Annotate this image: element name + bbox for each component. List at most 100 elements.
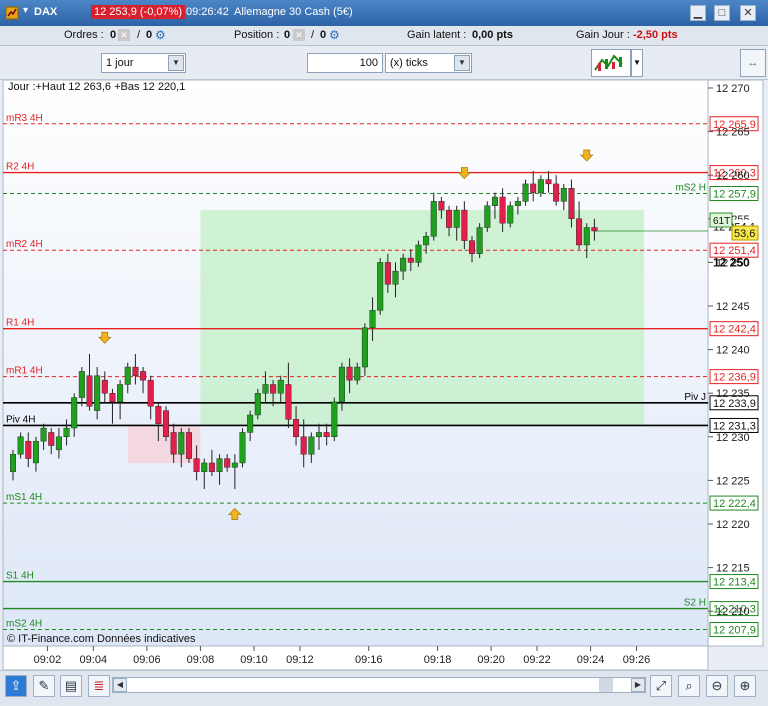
candle-down[interactable] <box>568 188 575 219</box>
candle-up[interactable] <box>369 310 376 329</box>
candle-up[interactable] <box>308 436 315 455</box>
candle-down[interactable] <box>109 393 116 403</box>
candle-down[interactable] <box>101 379 108 394</box>
candle-up[interactable] <box>361 327 368 368</box>
candle-up[interactable] <box>316 432 323 438</box>
chart-canvas[interactable]: mR3 4H12 265,9R2 4H12 260,3mS2 H12 257,9… <box>0 79 768 671</box>
candle-down[interactable] <box>461 209 468 241</box>
candle-down[interactable] <box>270 384 277 394</box>
candle-down[interactable] <box>591 227 598 232</box>
gear-icon[interactable]: ⚙ <box>329 28 340 42</box>
drawing-tools-button[interactable]: ✎ <box>33 675 55 697</box>
candle-up[interactable] <box>537 179 544 193</box>
candle-down[interactable] <box>300 436 307 455</box>
candle-up[interactable] <box>17 436 24 455</box>
candle-down[interactable] <box>530 183 537 193</box>
candle-down[interactable] <box>25 440 32 459</box>
horizontal-scrollbar[interactable]: ◀ ▶ <box>112 677 646 693</box>
candle-down[interactable] <box>155 406 162 424</box>
candle-up[interactable] <box>55 436 62 451</box>
candle-up[interactable] <box>400 257 407 272</box>
dropdown-icon[interactable]: ▾ <box>23 5 28 16</box>
candle-up[interactable] <box>583 227 590 246</box>
candle-down[interactable] <box>162 410 169 438</box>
close-orders-icon[interactable]: ✕ <box>118 29 130 41</box>
candle-up[interactable] <box>392 270 399 285</box>
candle-up[interactable] <box>354 366 361 381</box>
candle-down[interactable] <box>185 432 192 459</box>
candle-up[interactable] <box>63 427 70 437</box>
candle-down[interactable] <box>576 218 583 246</box>
candle-up[interactable] <box>423 236 430 246</box>
candle-down[interactable] <box>553 183 560 202</box>
candle-up[interactable] <box>201 462 208 472</box>
candle-up[interactable] <box>338 366 345 403</box>
close-button[interactable]: ✕ <box>740 5 756 21</box>
candle-up[interactable] <box>262 384 269 394</box>
candle-up[interactable] <box>484 205 491 228</box>
chart-type-dropdown[interactable]: ▼ <box>631 49 643 77</box>
candle-up[interactable] <box>216 458 223 472</box>
candle-down[interactable] <box>285 384 292 420</box>
candle-down[interactable] <box>293 419 300 437</box>
candle-up[interactable] <box>522 183 529 202</box>
candle-up[interactable] <box>9 454 16 472</box>
candle-down[interactable] <box>132 366 139 376</box>
candle-up[interactable] <box>71 397 78 429</box>
candle-up[interactable] <box>560 188 567 202</box>
candle-down[interactable] <box>545 179 552 185</box>
close-position-icon[interactable]: ✕ <box>293 29 305 41</box>
scroll-right-button[interactable]: ▶ <box>631 678 645 692</box>
auto-zoom-button[interactable]: ⌕ <box>678 675 700 697</box>
candle-up[interactable] <box>124 366 131 385</box>
candle-up[interactable] <box>331 401 338 438</box>
chevron-down-icon[interactable]: ▼ <box>168 55 184 71</box>
candle-up[interactable] <box>507 205 514 224</box>
candle-up[interactable] <box>247 414 254 433</box>
candle-down[interactable] <box>407 257 414 263</box>
maximize-button[interactable]: □ <box>714 5 730 21</box>
zoom-out-button[interactable]: ⊖ <box>706 675 728 697</box>
candle-up[interactable] <box>117 384 124 403</box>
candle-up[interactable] <box>32 440 39 464</box>
candle-up[interactable] <box>178 432 185 455</box>
candle-down[interactable] <box>48 432 55 446</box>
candle-down[interactable] <box>208 462 215 472</box>
candle-up[interactable] <box>277 379 284 394</box>
candle-up[interactable] <box>254 393 261 416</box>
candle-down[interactable] <box>170 432 177 455</box>
candle-down[interactable] <box>438 201 445 211</box>
scrollbar-thumb[interactable] <box>599 678 613 692</box>
candle-down[interactable] <box>224 458 231 468</box>
candle-down[interactable] <box>147 379 154 407</box>
candle-up[interactable] <box>78 371 85 398</box>
chevron-down-icon[interactable]: ▼ <box>454 55 470 71</box>
candle-down[interactable] <box>323 432 330 438</box>
candle-up[interactable] <box>377 262 384 311</box>
candle-up[interactable] <box>514 201 521 206</box>
candle-up[interactable] <box>491 196 498 206</box>
candle-down[interactable] <box>469 240 476 254</box>
gear-icon[interactable]: ⚙ <box>155 28 166 42</box>
tick-count-input[interactable]: 100 <box>307 53 383 73</box>
scroll-left-button[interactable]: ◀ <box>113 678 127 692</box>
candle-up[interactable] <box>430 201 437 237</box>
candle-up[interactable] <box>415 244 422 263</box>
candle-up[interactable] <box>453 209 460 228</box>
candle-down[interactable] <box>193 458 200 472</box>
candle-up[interactable] <box>239 432 246 464</box>
candle-down[interactable] <box>384 262 391 285</box>
candle-down[interactable] <box>346 366 353 381</box>
candle-down[interactable] <box>499 196 506 224</box>
fit-chart-button[interactable]: ⤢ <box>650 675 672 697</box>
candle-down[interactable] <box>86 375 93 407</box>
candle-up[interactable] <box>40 427 47 442</box>
share-button[interactable]: ⇪ <box>5 675 27 697</box>
minimize-button[interactable]: ▁ <box>690 5 706 21</box>
menu-icon[interactable] <box>5 6 19 23</box>
candle-down[interactable] <box>140 371 147 381</box>
candle-down[interactable] <box>446 209 453 228</box>
levels-button[interactable]: ≣ <box>88 675 110 697</box>
period-select[interactable]: 1 jour ▼ <box>101 53 186 73</box>
candle-up[interactable] <box>231 462 238 468</box>
